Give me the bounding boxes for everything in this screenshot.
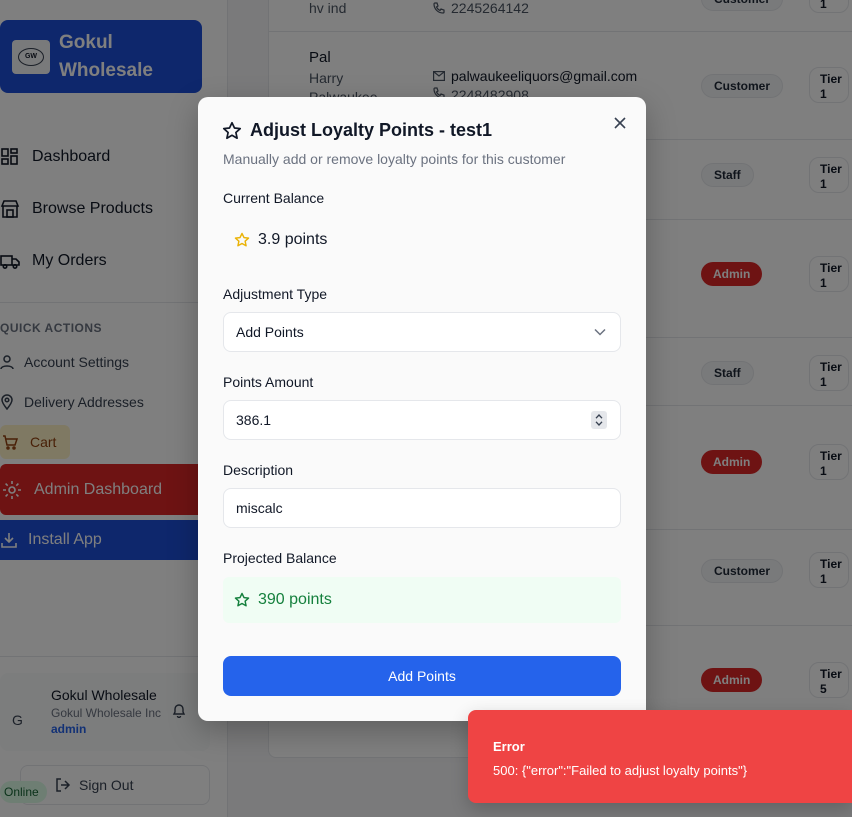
current-balance-label: Current Balance — [223, 190, 325, 206]
description-input[interactable] — [223, 488, 621, 528]
projected-balance-label: Projected Balance — [223, 550, 337, 566]
adjust-loyalty-points-dialog: Adjust Loyalty Points - test1 Manually a… — [198, 97, 646, 721]
star-icon — [234, 232, 250, 247]
chevron-down-icon — [595, 421, 603, 426]
error-toast[interactable]: Error 500: {"error":"Failed to adjust lo… — [468, 710, 852, 803]
description-label: Description — [223, 462, 294, 478]
star-icon — [234, 592, 250, 607]
projected-balance-value: 390 points — [223, 577, 621, 623]
adjustment-type-label: Adjustment Type — [223, 286, 328, 302]
number-stepper[interactable] — [591, 411, 607, 429]
chevron-down-icon — [594, 328, 606, 336]
chevron-up-icon — [595, 414, 603, 419]
points-amount-input[interactable] — [223, 400, 621, 440]
add-points-button[interactable]: Add Points — [223, 656, 621, 696]
dialog-title: Adjust Loyalty Points - test1 — [222, 120, 492, 141]
toast-title: Error — [493, 739, 525, 754]
star-icon — [222, 121, 242, 139]
adjustment-type-select[interactable]: Add Points — [223, 312, 621, 352]
close-button[interactable] — [610, 113, 630, 133]
toast-message: 500: {"error":"Failed to adjust loyalty … — [493, 763, 748, 778]
dialog-description: Manually add or remove loyalty points fo… — [223, 151, 566, 167]
close-icon — [614, 117, 626, 129]
current-balance-value: 3.9 points — [234, 231, 327, 249]
points-amount-label: Points Amount — [223, 374, 314, 390]
